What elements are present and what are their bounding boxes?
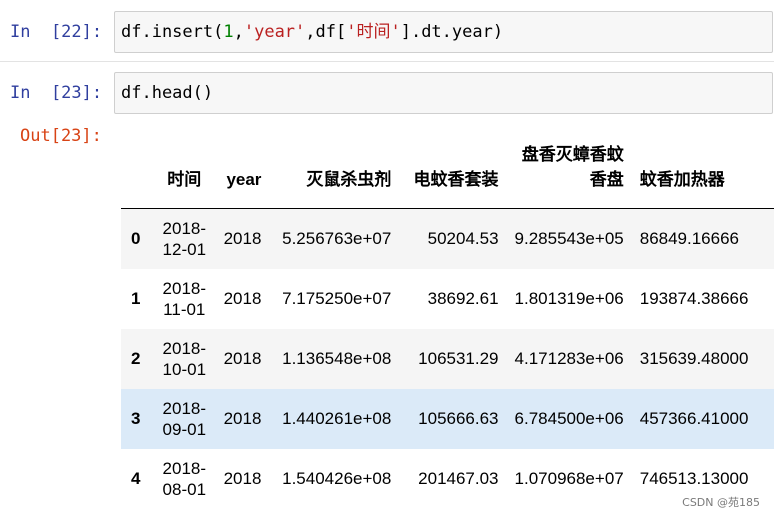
header-col6: 蚊香加热器 [631, 140, 774, 209]
row-index: 4 [131, 469, 141, 488]
cell-date: 2018- 12-01 [152, 208, 216, 269]
cell-value: 5.256763e+07 [269, 208, 400, 269]
code-token: ].dt.year) [400, 22, 504, 42]
code-token-string: '时间' [346, 22, 401, 42]
cell-value: 1.440261e+08 [269, 389, 400, 449]
cell-year: 2018 [215, 208, 270, 269]
cell-value: 1.070968e+07 [514, 469, 624, 488]
code-token: df.insert( [121, 22, 224, 42]
cell-value: 38692.61 [427, 289, 499, 308]
header-col5: 盘香灭蟑香蚊香盘 [506, 140, 632, 209]
code-token: , [233, 22, 244, 42]
table-row: 3 2018- 09-01 2018 1.440261e+08 105666.63… [121, 389, 774, 449]
table-row: 4 2018- 08-01 2018 1.540426e+08 201467.03… [121, 449, 774, 509]
cell-value: 86849.16666 [631, 208, 774, 269]
watermark: CSDN @苑185 [682, 496, 760, 509]
table-row: 2 2018- 10-01 2018 1.136548e+08 106531.29… [121, 329, 774, 389]
row-index: 2 [121, 329, 153, 389]
cell-date: 2018- 10-01 [152, 329, 216, 389]
code-cell-22[interactable]: df.insert(1,'year',df['时间'].dt.year) [114, 11, 773, 53]
cell-value: 4.171283e+06 [506, 329, 632, 389]
row-index: 0 [121, 208, 153, 269]
table-row: 0 2018- 12-01 2018 5.256763e+07 50204.53 … [121, 208, 774, 269]
cell-date: 2018- 09-01 [152, 389, 216, 449]
header-time: 时间 [152, 140, 216, 209]
cell-value: 1.801319e+06 [514, 289, 624, 308]
row-index: 1 [131, 289, 141, 308]
cell-value: 457366.41000 [631, 389, 774, 449]
cell-value: 201467.03 [418, 469, 499, 488]
cell-year: 2018 [223, 469, 262, 488]
code-token-string: 'year' [243, 22, 306, 42]
table-row: 1 2018- 11-01 2018 7.175250e+07 38692.61 … [121, 269, 774, 329]
header-col3: 灭鼠杀虫剂 [269, 140, 400, 209]
input-prompt-22: In [22]: [10, 22, 103, 42]
cell-value: 193874.38666 [639, 289, 749, 308]
code-cell-23[interactable]: df.head() [114, 72, 773, 114]
input-prompt-23: In [23]: [10, 83, 103, 103]
table-header-row: 时间 year 灭鼠杀虫剂 电蚊香套装 盘香灭蟑香蚊香盘 蚊香加热器 [121, 140, 774, 209]
cell-value: 7.175250e+07 [282, 289, 392, 308]
code-token: ,df[ [305, 22, 347, 42]
cell-value: 105666.63 [399, 389, 507, 449]
cell-value: 9.285543e+05 [506, 208, 632, 269]
header-year: year [215, 140, 270, 209]
cell-date: 2018- 08-01 [162, 459, 207, 499]
cell-value: 315639.48000 [631, 329, 774, 389]
cell-value: 6.784500e+06 [506, 389, 632, 449]
cell-value: 50204.53 [399, 208, 507, 269]
dataframe-output: 时间 year 灭鼠杀虫剂 电蚊香套装 盘香灭蟑香蚊香盘 蚊香加热器 0 201… [121, 140, 774, 518]
header-index [121, 140, 153, 209]
header-col4: 电蚊香套装 [399, 140, 507, 209]
cell-value: 1.540426e+08 [282, 469, 392, 488]
output-prompt: Out[23]: [20, 126, 102, 146]
row-index: 3 [121, 389, 153, 449]
cell-year: 2018 [215, 329, 270, 389]
dataframe-table: 时间 year 灭鼠杀虫剂 电蚊香套装 盘香灭蟑香蚊香盘 蚊香加热器 0 201… [121, 140, 774, 509]
cell-value: 1.136548e+08 [269, 329, 400, 389]
code-text: df.head() [121, 83, 214, 103]
code-token-number: 1 [223, 22, 234, 42]
cell-year: 2018 [223, 289, 262, 308]
cell-year: 2018 [215, 389, 270, 449]
cell-date: 2018- 11-01 [162, 279, 207, 319]
cell-separator [0, 61, 774, 62]
cell-value: 106531.29 [399, 329, 507, 389]
